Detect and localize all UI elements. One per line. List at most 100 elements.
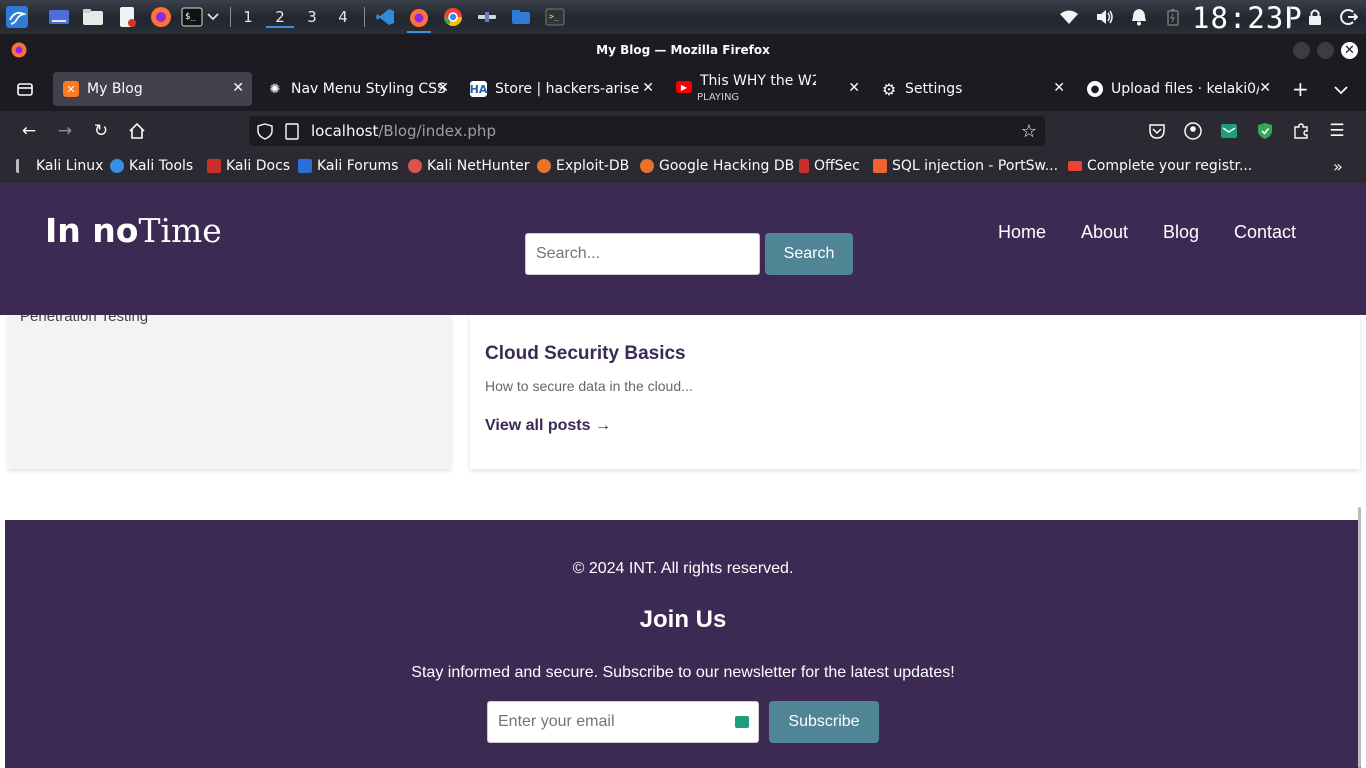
email-extension-icon[interactable] (735, 716, 749, 728)
portswigger-icon (873, 159, 887, 173)
more-bookmarks-icon[interactable]: » (1333, 157, 1343, 176)
tab-my-blog[interactable]: ✕ My Blog ✕ (53, 72, 252, 106)
terminal-launcher-icon[interactable]: $_ (180, 5, 204, 29)
hamburger-menu-icon[interactable]: ☰ (1326, 120, 1348, 142)
bookmark-kali-tools[interactable]: Kali Tools (110, 158, 193, 174)
page-info-icon[interactable] (285, 123, 299, 144)
vscode-window-icon[interactable] (373, 5, 397, 29)
clock[interactable]: 18:23P (1192, 1, 1303, 35)
new-tab-icon[interactable]: + (1292, 77, 1309, 101)
ha-icon: HA (469, 81, 488, 97)
firefox-window-icon[interactable] (407, 5, 431, 33)
lock-screen-icon[interactable] (1303, 5, 1327, 29)
nav-home[interactable]: Home (998, 222, 1046, 243)
bookmark-kali-linux[interactable]: Kali Linux (16, 158, 103, 174)
list-all-tabs-icon[interactable] (1334, 80, 1348, 99)
kali-forums-icon (298, 159, 312, 173)
bookmark-complete-registration[interactable]: Complete your registr... (1068, 158, 1252, 174)
url-bar[interactable]: localhost/Blog/index.php ☆ (249, 116, 1045, 146)
firefox-launcher-icon[interactable] (149, 5, 173, 29)
subscribe-button[interactable]: Subscribe (769, 701, 879, 743)
workspace-4[interactable]: 4 (329, 6, 357, 28)
url-text[interactable]: localhost/Blog/index.php (311, 122, 496, 140)
github-icon: ● (1087, 81, 1103, 97)
shield-icon[interactable] (257, 123, 273, 144)
reload-icon[interactable]: ↻ (90, 120, 112, 142)
chrome-window-icon[interactable] (441, 5, 465, 29)
bookmark-star-icon[interactable]: ☆ (1021, 121, 1037, 142)
search-input[interactable] (525, 233, 760, 275)
nav-blog[interactable]: Blog (1163, 222, 1199, 243)
logout-icon[interactable] (1337, 5, 1361, 29)
file-manager-icon[interactable] (81, 5, 105, 29)
close-window-button[interactable]: ✕ (1341, 42, 1358, 59)
folder-window-icon[interactable] (509, 5, 533, 29)
nav-toolbar: ← → ↻ localhost/Blog/index.php ☆ ☰ (0, 111, 1366, 151)
kali-dragon-icon (16, 159, 31, 173)
extension-shield-icon[interactable] (1254, 120, 1276, 142)
bookmark-kali-nethunter[interactable]: Kali NetHunter (408, 158, 529, 174)
terminal-window-icon[interactable]: >_ (543, 5, 567, 29)
workspace-1[interactable]: 1 (234, 6, 262, 28)
minimize-button[interactable] (1293, 42, 1310, 59)
close-tab-icon[interactable]: ✕ (1259, 80, 1271, 96)
extension-mail-icon[interactable] (1218, 120, 1240, 142)
close-tab-icon[interactable]: ✕ (642, 80, 654, 96)
offsec-icon (799, 159, 809, 173)
taskbar-divider (364, 7, 365, 27)
bookmark-kali-forums[interactable]: Kali Forums (298, 158, 398, 174)
nav-about[interactable]: About (1081, 222, 1128, 243)
bookmark-google-hacking-db[interactable]: Google Hacking DB (640, 158, 794, 174)
svg-text:>_: >_ (549, 12, 559, 21)
tab-label: My Blog (87, 81, 143, 97)
text-editor-icon[interactable] (115, 5, 139, 29)
xampp-icon: ✕ (63, 81, 79, 97)
bookmark-offsec[interactable]: OffSec (799, 158, 860, 174)
back-icon[interactable]: ← (18, 120, 40, 142)
wifi-icon[interactable] (1057, 5, 1081, 29)
notifications-bell-icon[interactable] (1127, 5, 1151, 29)
tab-label: This WHY the W205 M (700, 73, 816, 89)
close-tab-icon[interactable]: ✕ (232, 80, 244, 96)
close-tab-icon[interactable]: ✕ (1053, 80, 1065, 96)
volume-icon[interactable] (1093, 5, 1117, 29)
site-logo[interactable]: In noTime (45, 211, 222, 250)
tab-github-upload[interactable]: ● Upload files · kelaki0/E ✕ (1077, 72, 1279, 106)
app-window-icon[interactable] (475, 5, 499, 29)
kali-menu-icon[interactable] (5, 5, 29, 29)
url-path: /Blog/index.php (378, 122, 496, 140)
bookmark-kali-docs[interactable]: Kali Docs (207, 158, 290, 174)
battery-icon[interactable] (1161, 5, 1185, 29)
sidebar-card: Penetration Testing (8, 308, 451, 469)
tab-hackers-arise[interactable]: HA Store | hackers-arise ✕ (460, 72, 662, 106)
workspace-2[interactable]: 2 (266, 6, 294, 28)
chevron-down-icon[interactable] (203, 5, 223, 29)
workspace-3[interactable]: 3 (298, 6, 326, 28)
pocket-icon[interactable] (1146, 120, 1168, 142)
forward-icon[interactable]: → (54, 120, 76, 142)
tab-settings[interactable]: ⚙ Settings ✕ (871, 72, 1073, 106)
bookmark-exploit-db[interactable]: Exploit-DB (537, 158, 629, 174)
gear-icon: ⚙ (881, 79, 897, 99)
post-title[interactable]: Cloud Security Basics (485, 343, 686, 365)
close-tab-icon[interactable]: ✕ (437, 80, 449, 96)
close-tab-icon[interactable]: ✕ (848, 80, 860, 96)
ghdb-icon (640, 159, 654, 173)
search-button[interactable]: Search (765, 233, 853, 275)
home-icon[interactable] (126, 120, 148, 142)
extensions-puzzle-icon[interactable] (1290, 120, 1312, 142)
page-scrollbar[interactable] (1358, 507, 1361, 768)
bookmark-sql-injection[interactable]: SQL injection - PortSw... (873, 158, 1058, 174)
window-titlebar: My Blog — Mozilla Firefox ✕ (0, 34, 1366, 67)
maximize-button[interactable] (1317, 42, 1334, 59)
firefox-view-icon[interactable] (16, 80, 34, 98)
tab-youtube-video[interactable]: ▶ This WHY the W205 M PLAYING ✕ (666, 72, 868, 106)
view-all-posts-link[interactable]: View all posts → (485, 417, 611, 435)
show-desktop-icon[interactable] (47, 5, 71, 29)
nav-contact[interactable]: Contact (1234, 222, 1296, 243)
account-icon[interactable] (1182, 120, 1204, 142)
kali-docs-icon (207, 159, 221, 173)
email-field[interactable] (487, 701, 759, 743)
tab-nav-menu-styling[interactable]: ✺ Nav Menu Styling CSS ✕ (257, 72, 457, 106)
gmail-icon (1068, 161, 1082, 171)
